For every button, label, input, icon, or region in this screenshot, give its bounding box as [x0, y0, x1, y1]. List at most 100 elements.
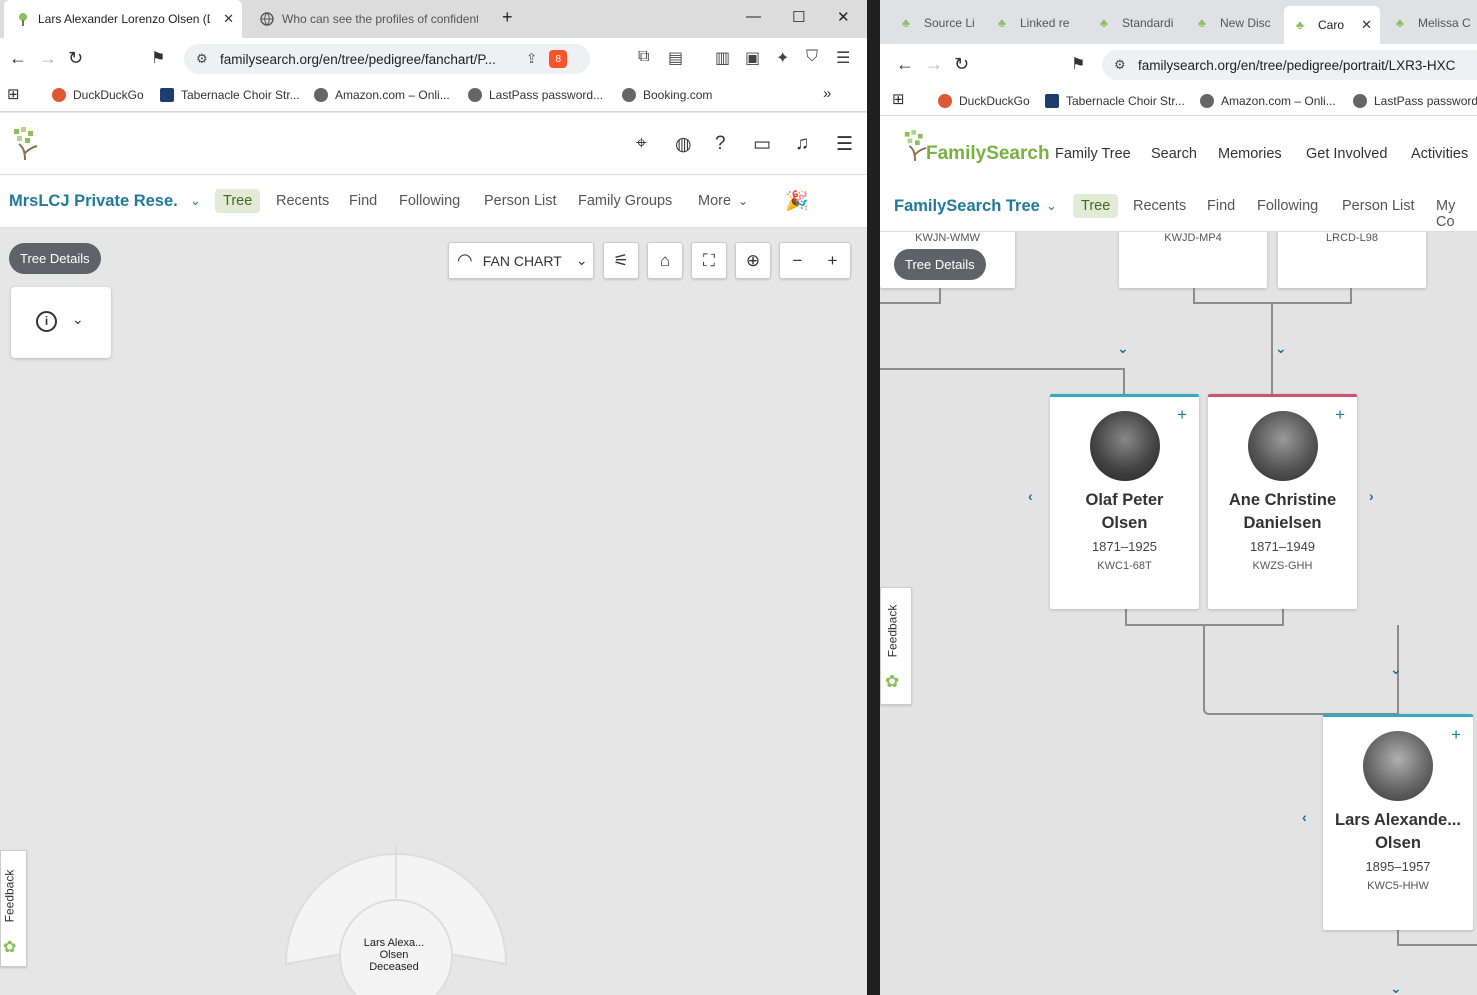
fullscreen-button[interactable]: ⛶ [691, 242, 727, 279]
add-person-icon[interactable]: + [1177, 405, 1187, 425]
fan-chart-canvas[interactable]: Tree Details i ⌄ ◠ FAN CHART ⌄ ⚟ ⌂ ⛶ ⊕ −… [0, 228, 867, 995]
person-card-partial[interactable]: KWJD-MP4 [1119, 232, 1267, 288]
portrait-pedigree-canvas[interactable]: KWJN-WMW KWJD-MP4 LRCD-L98 Tree Details … [880, 232, 1477, 995]
zoom-in-icon[interactable]: + [828, 251, 838, 271]
forward-icon[interactable]: → [925, 54, 943, 75]
mainnav-search[interactable]: Search [1151, 146, 1197, 162]
tab-source-linker[interactable]: ♣ Source Li [890, 4, 980, 42]
location-pin-icon[interactable]: ⌖ [636, 133, 647, 155]
minimize-button[interactable]: — [746, 8, 761, 25]
menu-icon[interactable]: ☰ [836, 48, 850, 68]
tab-lars-olsen[interactable]: Lars Alexander Lorenzo Olsen (D ✕ [4, 0, 242, 38]
share-icon[interactable]: ⇪ [526, 51, 537, 67]
chevron-down-icon[interactable]: ⌄ [1046, 198, 1057, 214]
tab-caro[interactable]: ♣ Caro ✕ [1284, 6, 1380, 44]
nav-person-list[interactable]: Person List [484, 193, 557, 209]
back-icon[interactable]: ← [896, 54, 914, 75]
nav-find[interactable]: Find [1207, 198, 1235, 214]
chevron-left-icon[interactable]: ‹ [1028, 488, 1033, 504]
tree-details-button[interactable]: Tree Details [894, 249, 986, 280]
mainnav-activities[interactable]: Activities [1411, 146, 1468, 162]
fan-root-person[interactable]: Lars Alexa... Olsen Deceased [344, 937, 444, 973]
options-sliders-button[interactable]: ⚟ [603, 242, 639, 279]
person-card-olaf[interactable]: + Olaf Peter Olsen 1871–1925 KWC1-68T [1050, 394, 1199, 609]
mainnav-memories[interactable]: Memories [1218, 146, 1282, 162]
bookmark-icon[interactable]: ⚑ [1071, 54, 1085, 74]
mainnav-get-involved[interactable]: Get Involved [1306, 146, 1387, 162]
apps-grid-icon[interactable]: ⊞ [892, 90, 905, 108]
reload-icon[interactable]: ↻ [954, 54, 969, 75]
url-field[interactable]: ⚙ familysearch.org/en/tree/pedigree/fanc… [184, 44, 590, 74]
site-settings-icon[interactable]: ⚙ [1114, 57, 1128, 73]
tree-name-selector[interactable]: FamilySearch Tree [894, 197, 1040, 216]
sidebar-icon[interactable]: ▥ [715, 48, 730, 68]
site-settings-icon[interactable]: ⚙ [196, 51, 210, 67]
reader-icon[interactable]: ▤ [668, 48, 683, 68]
maximize-button[interactable]: ☐ [792, 8, 805, 26]
celebration-icon[interactable]: 🎉 [785, 189, 809, 213]
bookmark-amazon[interactable]: Amazon.com – Onli... [1200, 94, 1336, 108]
chart-type-selector[interactable]: ◠ FAN CHART ⌄ [448, 242, 594, 279]
familysearch-logo-icon[interactable] [11, 127, 41, 161]
person-card-ane[interactable]: + Ane Christine Danielsen 1871–1949 KWZS… [1208, 394, 1357, 609]
forward-icon[interactable]: → [39, 48, 57, 69]
tab-profiles-visibility[interactable]: Who can see the profiles of confident [248, 0, 492, 38]
close-window-button[interactable]: ✕ [837, 8, 850, 26]
bookmark-duckduckgo[interactable]: DuckDuckGo [52, 88, 144, 102]
zoom-out-icon[interactable]: − [793, 251, 803, 271]
add-person-icon[interactable]: + [1451, 725, 1461, 745]
leo-ai-icon[interactable]: ✦ [776, 48, 789, 68]
info-panel[interactable]: i ⌄ [11, 287, 111, 358]
nav-more[interactable]: More [698, 193, 731, 209]
feedback-tab[interactable]: Feedback ✿ [0, 850, 27, 967]
expand-chevron-down-icon[interactable]: ⌄ [1117, 340, 1129, 357]
wallet-icon[interactable]: ▣ [745, 48, 760, 68]
tab-new-discoveries[interactable]: ♣ New Disc [1186, 4, 1276, 42]
more-bookmarks-icon[interactable]: » [823, 85, 831, 102]
nav-find[interactable]: Find [349, 193, 377, 209]
recenter-button[interactable]: ⊕ [735, 242, 771, 279]
home-button[interactable]: ⌂ [647, 242, 683, 279]
nav-my-contributions[interactable]: My Co [1436, 198, 1477, 230]
chevron-right-icon[interactable]: › [1369, 488, 1374, 504]
notifications-bell-icon[interactable]: ♫ [795, 133, 809, 155]
person-card-partial[interactable]: LRCD-L98 [1278, 232, 1426, 288]
nav-recents[interactable]: Recents [1133, 198, 1186, 214]
apps-grid-icon[interactable]: ⊞ [7, 85, 20, 103]
tab-linked-records[interactable]: ♣ Linked re [986, 4, 1076, 42]
reload-icon[interactable]: ↻ [68, 48, 83, 69]
language-globe-icon[interactable]: ◍ [675, 133, 692, 156]
close-tab-icon[interactable]: ✕ [1361, 17, 1372, 33]
nav-recents[interactable]: Recents [276, 193, 329, 209]
nav-person-list[interactable]: Person List [1342, 198, 1415, 214]
bookmark-tabernacle[interactable]: Tabernacle Choir Str... [160, 88, 300, 102]
bookmark-amazon[interactable]: Amazon.com – Onli... [314, 88, 450, 102]
help-icon[interactable]: ? [715, 133, 726, 155]
new-tab-button[interactable]: + [502, 7, 513, 28]
bookmark-icon[interactable]: ⚑ [151, 48, 165, 68]
tab-standardize[interactable]: ♣ Standardi [1088, 4, 1178, 42]
hamburger-menu-icon[interactable]: ☰ [836, 133, 853, 156]
expand-chevron-down-icon[interactable]: ⌄ [1390, 661, 1402, 678]
tab-melissa[interactable]: ♣ Melissa C [1384, 4, 1477, 42]
nav-following[interactable]: Following [1257, 198, 1318, 214]
nav-tree[interactable]: Tree [215, 189, 261, 213]
nav-following[interactable]: Following [399, 193, 460, 209]
bookmark-duckduckgo[interactable]: DuckDuckGo [938, 94, 1030, 108]
bookmark-tabernacle[interactable]: Tabernacle Choir Str... [1045, 94, 1185, 108]
nav-tree[interactable]: Tree [1073, 194, 1119, 218]
tree-details-button[interactable]: Tree Details [9, 243, 101, 274]
person-card-lars[interactable]: + Lars Alexande... Olsen 1895–1957 KWC5-… [1323, 714, 1473, 930]
nav-family-groups[interactable]: Family Groups [578, 193, 672, 209]
close-tab-icon[interactable]: ✕ [223, 11, 234, 27]
back-icon[interactable]: ← [9, 48, 27, 69]
mainnav-family-tree[interactable]: Family Tree [1055, 146, 1131, 162]
tree-name-selector[interactable]: MrsLCJ Private Rese... [9, 192, 179, 211]
messages-icon[interactable]: ▭ [753, 133, 771, 156]
url-field[interactable]: ⚙ familysearch.org/en/tree/pedigree/port… [1102, 50, 1477, 80]
vpn-icon[interactable]: ⛉ [806, 48, 818, 66]
expand-chevron-down-icon[interactable]: ⌄ [1275, 340, 1287, 357]
bookmark-booking[interactable]: Booking.com [622, 88, 712, 102]
add-person-icon[interactable]: + [1335, 405, 1345, 425]
chevron-down-icon[interactable]: ⌄ [190, 193, 201, 209]
